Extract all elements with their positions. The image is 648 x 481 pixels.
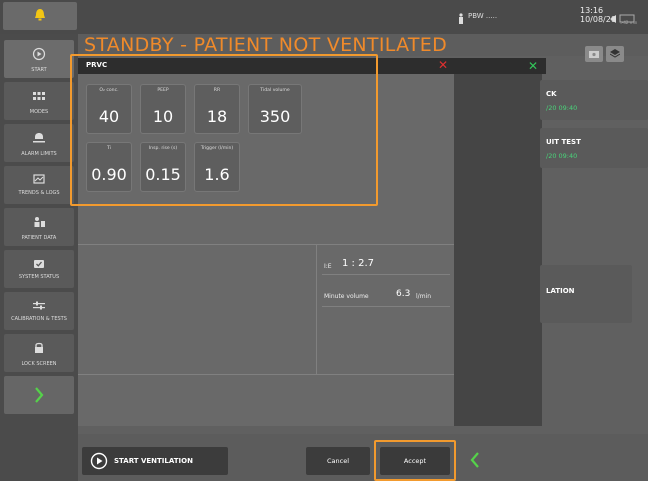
sidebar-item-label: START bbox=[31, 67, 47, 73]
background-dialog-confirm-icon[interactable]: ✕ bbox=[528, 60, 538, 72]
ventilation-card-title: LATION bbox=[546, 287, 575, 295]
sidebar-item-label: TRENDS & LOGS bbox=[18, 190, 60, 196]
sidebar-item-label: ALARM LIMITS bbox=[21, 151, 57, 157]
camera-icon bbox=[589, 51, 599, 58]
cancel-label: Cancel bbox=[326, 457, 350, 465]
pbw-readout: PBW ..... bbox=[468, 12, 498, 20]
sidebar-item-start[interactable]: START bbox=[4, 40, 74, 78]
bell-icon bbox=[35, 9, 45, 21]
chevron-right-icon bbox=[35, 387, 44, 403]
sidebar-item-label: CALIBRATION & TESTS bbox=[11, 316, 67, 322]
sidebar-item-alarm-limits[interactable]: ALARM LIMITS bbox=[4, 124, 74, 162]
divider bbox=[316, 244, 317, 374]
sidebar-item-label: MODES bbox=[29, 109, 49, 115]
system-status-icon bbox=[34, 260, 44, 268]
screenshot-button[interactable] bbox=[585, 46, 603, 62]
battery-remaining-text: >42 min bbox=[620, 20, 638, 25]
params-highlight-frame bbox=[70, 54, 378, 206]
minute-volume-value: 6.3 bbox=[396, 289, 411, 299]
start-ventilation-label: START VENTILATION bbox=[114, 457, 193, 465]
start-ventilation-button[interactable]: START VENTILATION bbox=[82, 447, 228, 475]
sidebar-item-label: PATIENT DATA bbox=[21, 235, 57, 241]
alarm-limits-icon bbox=[33, 133, 45, 143]
check-card-title: CK bbox=[546, 90, 557, 98]
views-button[interactable] bbox=[606, 46, 624, 62]
cancel-button[interactable]: Cancel bbox=[306, 447, 370, 475]
accept-highlight-frame bbox=[374, 440, 456, 481]
layers-icon bbox=[610, 49, 620, 58]
sidebar-next-button[interactable] bbox=[4, 376, 74, 414]
check-card-timestamp: /20 09:40 bbox=[546, 104, 578, 112]
grid-icon bbox=[33, 92, 45, 100]
sidebar-item-calibration-tests[interactable]: CALIBRATION & TESTS bbox=[4, 292, 74, 330]
sidebar-item-label: LOCK SCREEN bbox=[21, 361, 57, 367]
background-dialog bbox=[450, 74, 542, 426]
circuit-test-card[interactable]: UIT TEST /20 09:40 bbox=[540, 128, 648, 168]
back-button[interactable] bbox=[462, 446, 490, 474]
ie-ratio-value: 1 : 2.7 bbox=[342, 258, 374, 269]
close-icon[interactable]: ✕ bbox=[438, 59, 448, 71]
alarm-bell-button[interactable] bbox=[3, 2, 77, 30]
divider bbox=[322, 306, 450, 307]
patient-icon bbox=[34, 217, 45, 227]
sidebar-item-system-status[interactable]: SYSTEM STATUS bbox=[4, 250, 74, 288]
minute-volume-label: Minute volume bbox=[324, 293, 369, 300]
sidebar-item-label: SYSTEM STATUS bbox=[18, 274, 60, 280]
lock-icon bbox=[35, 342, 43, 353]
play-circle-icon bbox=[32, 47, 46, 61]
divider bbox=[322, 274, 450, 275]
divider bbox=[78, 374, 454, 375]
top-status-bar bbox=[0, 0, 648, 34]
calibration-icon bbox=[33, 301, 45, 310]
minute-volume-unit: l/min bbox=[416, 293, 432, 300]
standby-banner: STANDBY - PATIENT NOT VENTILATED bbox=[84, 34, 448, 56]
trends-icon bbox=[33, 174, 45, 184]
battery-indicator: >42 min bbox=[608, 10, 638, 29]
person-icon bbox=[457, 10, 465, 29]
ventilation-card[interactable]: LATION bbox=[540, 265, 632, 323]
sidebar-item-lock-screen[interactable]: LOCK SCREEN bbox=[4, 334, 74, 372]
sidebar-item-trends-logs[interactable]: TRENDS & LOGS bbox=[4, 166, 74, 204]
chevron-left-icon bbox=[470, 452, 479, 468]
sidebar-item-patient-data[interactable]: PATIENT DATA bbox=[4, 208, 74, 246]
play-circle-icon bbox=[90, 452, 108, 470]
check-card[interactable]: CK /20 09:40 bbox=[540, 80, 648, 120]
circuit-test-card-title: UIT TEST bbox=[546, 138, 581, 146]
divider bbox=[78, 244, 454, 245]
sidebar: START MODES ALARM LIMITS TRENDS & LOGS P… bbox=[0, 34, 78, 481]
ie-ratio-label: I:E bbox=[324, 263, 332, 270]
circuit-test-card-timestamp: /20 09:40 bbox=[546, 152, 578, 160]
sidebar-item-modes[interactable]: MODES bbox=[4, 82, 74, 120]
